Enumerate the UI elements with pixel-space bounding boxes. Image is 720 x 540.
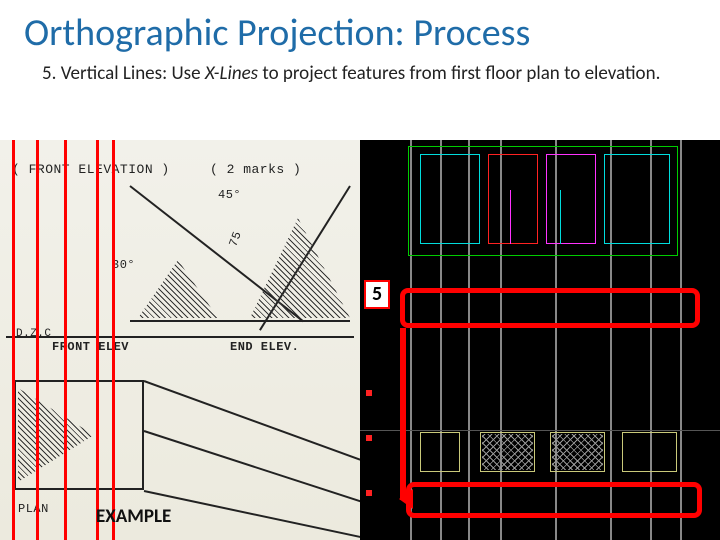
tick-1	[366, 390, 372, 396]
slide-title: Orthographic Projection: Process	[0, 0, 720, 60]
sketch-panel: ( FRONT ELEVATION ) ( 2 marks ) 45° 30° …	[0, 140, 360, 540]
subtitle-prefix: 5. Vertical Lines: Use	[42, 62, 205, 85]
label-angle30: 30°	[112, 258, 135, 272]
roof-base	[130, 320, 350, 322]
label-plan: PLAN	[18, 502, 49, 516]
label-marks: ( 2 marks )	[210, 162, 301, 177]
ground-line	[6, 336, 354, 338]
subtitle-rest: to project features from first floor pla…	[258, 62, 660, 85]
label-angle45: 45°	[218, 188, 241, 202]
cad-ground	[360, 430, 720, 431]
plan-room-4	[604, 154, 670, 244]
cad-panel: 5	[360, 140, 720, 540]
red-highlight-upper	[400, 288, 700, 328]
red-arrowhead	[399, 489, 413, 509]
plan-room-3	[546, 154, 596, 244]
step-badge: 5	[364, 280, 390, 309]
subtitle-emphasis: X-Lines	[205, 62, 258, 85]
red-connector	[400, 328, 406, 500]
elev-win-2-hatch	[482, 434, 533, 470]
slide-subtitle: 5. Vertical Lines: Use X-Lines to projec…	[0, 60, 720, 94]
xline-5	[112, 140, 115, 540]
content-area: ( FRONT ELEVATION ) ( 2 marks ) 45° 30° …	[0, 140, 720, 540]
example-label: EXAMPLE	[96, 505, 171, 528]
elev-win-3-hatch	[552, 434, 603, 470]
red-highlight-lower	[406, 482, 702, 518]
elev-win-1	[420, 432, 460, 472]
xline-4	[96, 140, 99, 540]
tick-2	[366, 435, 372, 441]
tick-3	[366, 490, 372, 496]
label-end-elev: END ELEV.	[230, 340, 299, 354]
elev-win-4	[622, 432, 677, 472]
plan-room-2	[488, 154, 538, 244]
plan-detail-1	[510, 190, 511, 244]
xline-2	[36, 140, 39, 540]
xline-1	[12, 140, 15, 540]
label-dzc: D.Z.C	[16, 328, 52, 340]
plan-detail-2	[560, 190, 561, 244]
plan-room-1	[420, 154, 480, 244]
xline-3	[64, 140, 67, 540]
cad-vline-8	[680, 140, 682, 540]
